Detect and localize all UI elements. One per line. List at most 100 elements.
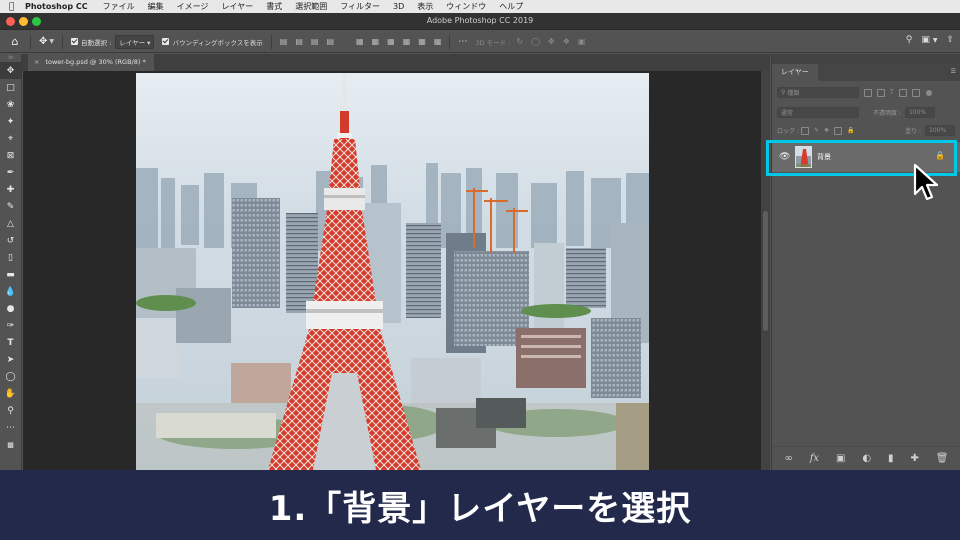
blend-mode-dropdown[interactable]: 通常 [777, 107, 859, 118]
panel-grip-icon[interactable]: ≫ [0, 54, 21, 62]
divider [30, 34, 31, 49]
add-mask-icon[interactable]: ▣ [836, 453, 845, 464]
menu-filter[interactable]: フィルター [340, 1, 380, 12]
color-swatches-icon[interactable]: ▩ [0, 436, 21, 453]
gradient-tool-icon[interactable]: ▬ [0, 266, 21, 283]
move-tool-icon[interactable]: ✥ [39, 36, 47, 47]
canvas-area[interactable] [23, 71, 761, 470]
distribute-spacing-icon[interactable]: ▦ [434, 37, 442, 46]
scrollbar-thumb[interactable] [763, 211, 768, 331]
apple-icon[interactable]:  [9, 2, 19, 12]
dodge-tool-icon[interactable]: ● [0, 300, 21, 317]
chevron-down-icon[interactable]: ▼ [933, 37, 938, 45]
fill-field[interactable]: 100% [925, 125, 955, 136]
3d-roll-icon[interactable]: ◯ [531, 37, 540, 46]
lock-all-icon[interactable]: 🔒 [847, 127, 854, 134]
eraser-tool-icon[interactable]: ▯ [0, 249, 21, 266]
pen-tool-icon[interactable]: ✑ [0, 317, 21, 334]
align-left-icon[interactable]: ▤ [280, 37, 288, 46]
lasso-tool-icon[interactable]: ❀ [0, 96, 21, 113]
link-layers-icon[interactable]: ∞ [784, 453, 792, 464]
home-icon[interactable]: ⌂ [8, 35, 22, 49]
canvas-vertical-scrollbar[interactable] [761, 71, 770, 470]
search-icon[interactable]: ⚲ [906, 35, 913, 45]
chevron-down-icon[interactable]: ▼ [49, 38, 54, 45]
caption-text: 1.「背景」レイヤーを選択 [268, 488, 692, 529]
divider [270, 34, 272, 49]
filter-pixel-icon[interactable] [864, 88, 872, 97]
filter-shape-icon[interactable] [898, 88, 907, 97]
canvas-photo-tokyo-tower[interactable] [136, 73, 649, 470]
brush-tool-icon[interactable]: ✎ [0, 198, 21, 215]
clone-stamp-tool-icon[interactable]: △ [0, 215, 21, 232]
distribute-h-icon[interactable]: ▦ [418, 37, 426, 46]
3d-slide-icon[interactable]: ❖ [563, 37, 570, 46]
layer-style-icon[interactable]: fx [810, 453, 819, 464]
eyedropper-tool-icon[interactable]: ✒ [0, 164, 21, 181]
more-tools-icon[interactable]: ⋯ [0, 419, 21, 436]
menu-layer[interactable]: レイヤー [221, 1, 253, 12]
lock-position-icon[interactable]: ✥ [824, 127, 829, 134]
menu-file[interactable]: ファイル [103, 1, 135, 12]
shape-tool-icon[interactable]: ◯ [0, 368, 21, 385]
menu-view[interactable]: 表示 [417, 1, 433, 12]
tab-layers[interactable]: レイヤー [772, 64, 818, 81]
align-top-icon[interactable]: ▦ [356, 37, 364, 46]
menu-help[interactable]: ヘルプ [499, 1, 523, 12]
lock-pixels-icon[interactable]: ✎ [814, 127, 819, 134]
menu-edit[interactable]: 編集 [148, 1, 164, 12]
panel-menu-icon[interactable]: ☰ [951, 68, 956, 75]
distribute-icon[interactable]: ▤ [326, 37, 334, 46]
close-tab-icon[interactable]: × [34, 58, 39, 66]
crop-tool-icon[interactable]: ⌖ [0, 130, 21, 147]
lock-transparent-icon[interactable] [800, 126, 809, 135]
delete-layer-icon[interactable]: 🗑 [936, 453, 949, 464]
menu-image[interactable]: イメージ [177, 1, 209, 12]
menu-app-name[interactable]: Photoshop CC [25, 2, 88, 11]
align-hcenter-icon[interactable]: ▤ [295, 37, 303, 46]
panel-collapse-bar[interactable] [772, 54, 960, 64]
type-tool-icon[interactable]: T [0, 334, 21, 351]
menu-type[interactable]: 書式 [266, 1, 282, 12]
bounding-box-checkbox[interactable] [162, 38, 170, 45]
distribute-v-icon[interactable]: ▦ [403, 37, 411, 46]
new-group-icon[interactable]: ▮ [888, 453, 894, 464]
filter-smart-icon[interactable] [911, 88, 920, 97]
auto-select-dropdown[interactable]: レイヤー ▾ [115, 34, 155, 49]
layer-kind-filter[interactable]: ⚲ 種類 [777, 87, 859, 98]
document-tab-label: tower-bg.psd @ 30% (RGB/8) * [45, 58, 146, 66]
document-tab[interactable]: × tower-bg.psd @ 30% (RGB/8) * [28, 54, 154, 71]
filter-adjust-icon[interactable] [877, 88, 885, 97]
share-icon[interactable]: ⇪ [946, 35, 954, 45]
3d-scale-icon[interactable]: ▣ [578, 37, 586, 46]
filter-type-icon[interactable]: T [890, 89, 894, 96]
3d-orbit-icon[interactable]: ↻ [516, 37, 523, 46]
blur-tool-icon[interactable]: 💧 [0, 283, 21, 300]
frame-tool-icon[interactable]: ⊠ [0, 147, 21, 164]
new-layer-icon[interactable]: ✚ [910, 453, 918, 464]
marquee-tool-icon[interactable]: □ [0, 79, 21, 96]
history-brush-tool-icon[interactable]: ↺ [0, 232, 21, 249]
align-right-icon[interactable]: ▤ [311, 37, 319, 46]
filter-toggle-icon[interactable] [925, 89, 932, 96]
hand-tool-icon[interactable]: ✋ [0, 385, 21, 402]
align-bottom-icon[interactable]: ▦ [387, 37, 395, 46]
auto-select-checkbox[interactable] [71, 38, 79, 45]
lock-artboard-icon[interactable] [834, 126, 842, 135]
magic-wand-tool-icon[interactable]: ✦ [0, 113, 21, 130]
more-options-icon[interactable]: ⋯ [458, 37, 467, 47]
3d-pan-icon[interactable]: ✥ [548, 37, 555, 46]
opacity-field[interactable]: 100% [904, 107, 935, 118]
options-right: ⚲ ▣ ▼ ⇪ [906, 35, 954, 45]
adjustment-layer-icon[interactable]: ◐ [862, 453, 871, 464]
path-selection-tool-icon[interactable]: ➤ [0, 351, 21, 368]
workspace-icon[interactable]: ▣ [921, 35, 930, 45]
zoom-tool-icon[interactable]: ⚲ [0, 402, 21, 419]
menu-window[interactable]: ウィンドウ [446, 1, 486, 12]
move-tool-icon[interactable]: ✥ [0, 62, 21, 79]
menu-select[interactable]: 選択範囲 [295, 1, 327, 12]
fill-value: 100% [929, 127, 947, 134]
healing-brush-tool-icon[interactable]: ✚ [0, 181, 21, 198]
align-vcenter-icon[interactable]: ▦ [372, 37, 380, 46]
menu-3d[interactable]: 3D [393, 2, 404, 11]
